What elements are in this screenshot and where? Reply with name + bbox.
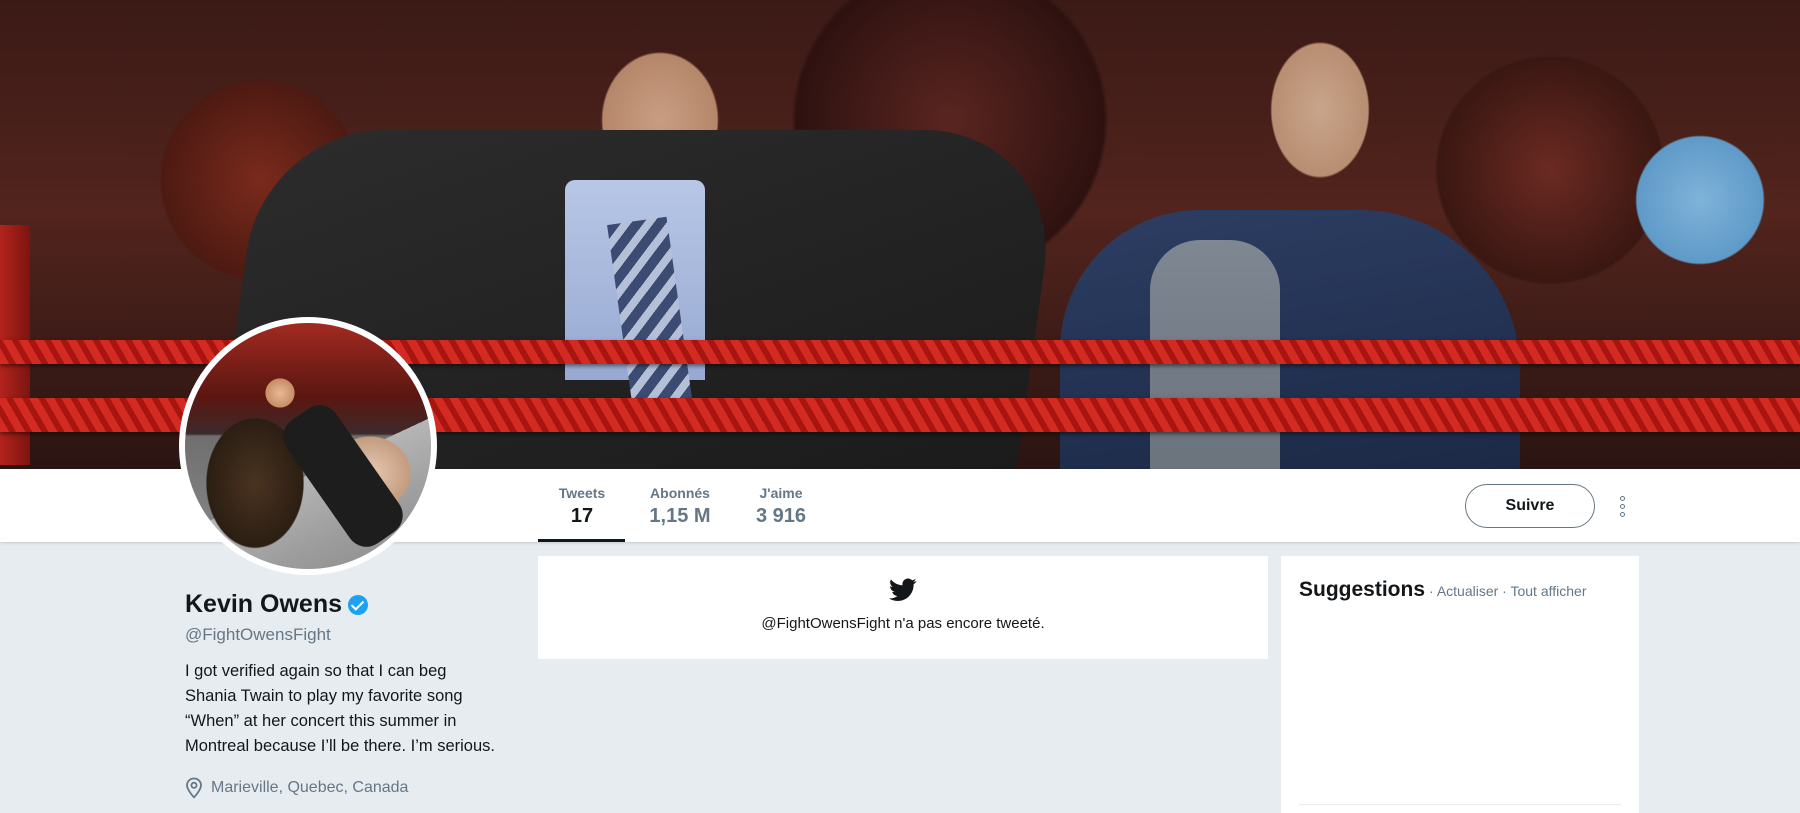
twitter-bird-icon	[889, 578, 917, 601]
map-pin-icon	[185, 777, 203, 799]
timeline-empty-card: @FightOwensFight n'a pas encore tweeté.	[538, 556, 1268, 659]
profile-location-text: Marieville, Quebec, Canada	[211, 779, 409, 796]
suggestions-divider	[1299, 804, 1621, 805]
tab-likes[interactable]: J'aime 3 916	[748, 485, 814, 528]
profile-handle[interactable]: @FightOwensFight	[185, 625, 515, 645]
profile-info: Kevin Owens @FightOwensFight I got verif…	[185, 590, 515, 799]
suggestions-header: Suggestions · Actualiser · Tout afficher	[1299, 578, 1587, 602]
tab-likes-label: J'aime	[759, 485, 803, 501]
suggestions-links: · Actualiser · Tout afficher	[1429, 583, 1586, 599]
tab-followers[interactable]: Abonnés 1,15 M	[640, 485, 720, 528]
active-tab-indicator	[538, 539, 625, 542]
follow-button[interactable]: Suivre	[1465, 484, 1595, 528]
profile-location: Marieville, Quebec, Canada	[185, 777, 515, 799]
tab-followers-count: 1,15 M	[649, 505, 711, 527]
profile-name[interactable]: Kevin Owens	[185, 590, 342, 619]
timeline-empty-message: @FightOwensFight n'a pas encore tweeté.	[761, 615, 1045, 632]
suggestions-separator-1: ·	[1429, 583, 1434, 599]
verified-badge-icon	[348, 594, 368, 615]
tab-followers-label: Abonnés	[650, 485, 710, 501]
tab-likes-count: 3 916	[755, 505, 807, 527]
refresh-link[interactable]: Actualiser	[1437, 583, 1498, 599]
suggestions-title: Suggestions	[1299, 578, 1426, 601]
profile-bio: I got verified again so that I can beg S…	[185, 662, 495, 755]
suggestions-separator-2: ·	[1502, 583, 1507, 599]
tab-tweets-label: Tweets	[558, 485, 606, 501]
tab-tweets[interactable]: Tweets 17	[556, 485, 608, 528]
profile-avatar[interactable]	[179, 317, 437, 575]
tab-tweets-count: 17	[570, 505, 594, 527]
more-vertical-icon[interactable]	[1612, 489, 1632, 523]
view-all-link[interactable]: Tout afficher	[1510, 583, 1586, 599]
suggestions-panel: Suggestions · Actualiser · Tout afficher	[1281, 556, 1639, 813]
avatar-figure	[275, 397, 411, 555]
